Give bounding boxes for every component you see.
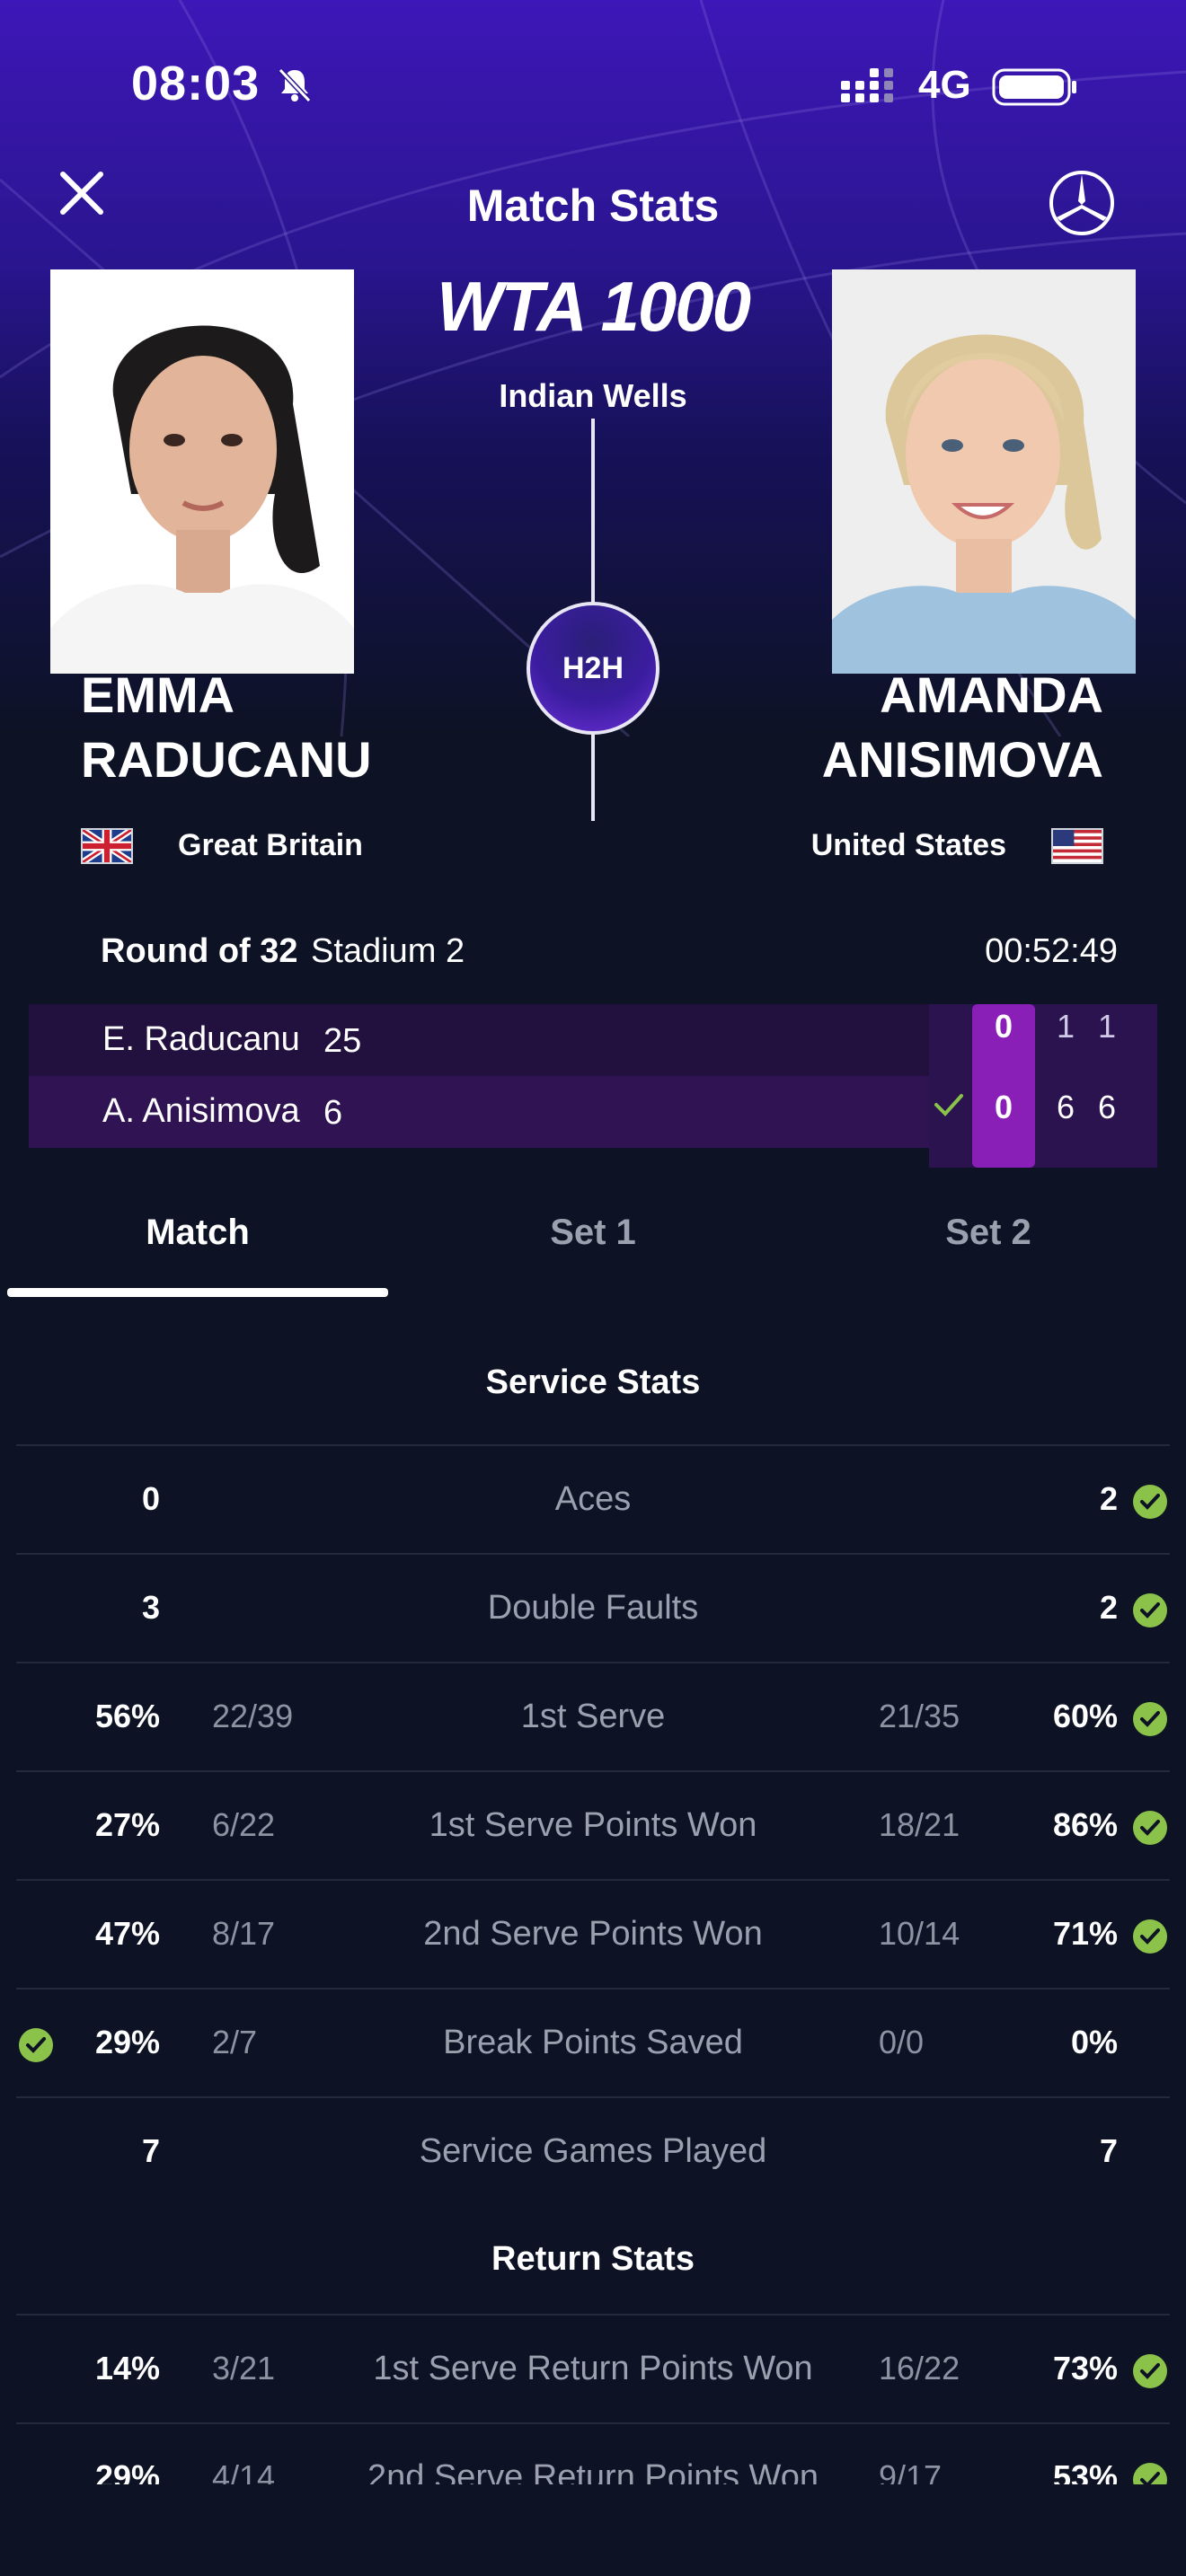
stat-label: 2nd Serve Points Won bbox=[423, 1915, 763, 1953]
page-title: Match Stats bbox=[466, 181, 720, 231]
check-icon bbox=[1133, 1811, 1167, 1845]
section-title-return: Return Stats bbox=[491, 2240, 695, 2278]
stat-label: Aces bbox=[554, 1480, 632, 1518]
winner-check-icon bbox=[934, 1094, 963, 1116]
stat-row: 3 Double Faults 2 bbox=[0, 1555, 1186, 1663]
stat-right-fraction: 16/22 bbox=[879, 2350, 960, 2386]
stat-label: 1st Serve bbox=[520, 1698, 666, 1735]
player-country-right: United States bbox=[810, 828, 1006, 862]
tab-set-2[interactable]: Set 2 bbox=[791, 1213, 1186, 1253]
stat-row: 0 Aces 2 bbox=[0, 1446, 1186, 1554]
stat-row: 56% 22/39 1st Serve 21/35 60% bbox=[0, 1663, 1186, 1771]
check-icon bbox=[1133, 1919, 1167, 1954]
stat-label: 1st Serve Points Won bbox=[429, 1806, 757, 1844]
set-score: 1 bbox=[1098, 1008, 1117, 1045]
player-first-name: EMMA bbox=[81, 666, 235, 723]
mercedes-star-icon[interactable] bbox=[1048, 169, 1116, 237]
stat-row: 14% 3/21 1st Serve Return Points Won 16/22 7… bbox=[0, 2316, 1186, 2423]
score-player-name: A. Anisimova bbox=[102, 1092, 300, 1130]
h2h-button[interactable]: H2H bbox=[527, 602, 659, 735]
divider-line bbox=[591, 728, 595, 821]
set-scores-panel bbox=[929, 1004, 1157, 1168]
stat-row: 27% 6/22 1st Serve Points Won 18/21 86% bbox=[0, 1772, 1186, 1880]
check-icon bbox=[1133, 1485, 1167, 1519]
stat-right-value: 7 bbox=[1099, 2132, 1118, 2169]
active-tab-indicator bbox=[7, 1288, 388, 1297]
stat-right-value: 86% bbox=[1052, 1806, 1118, 1843]
current-set-score: 0 bbox=[994, 1089, 1013, 1125]
bottom-safe-area bbox=[0, 2484, 1186, 2576]
tournament-venue: Indian Wells bbox=[499, 377, 687, 414]
stat-label: 1st Serve Return Points Won bbox=[373, 2350, 813, 2387]
stat-label: Double Faults bbox=[487, 1589, 699, 1627]
player-first-name: AMANDA bbox=[880, 666, 1103, 723]
stat-right-fraction: 21/35 bbox=[879, 1698, 960, 1734]
tab-match[interactable]: Match bbox=[0, 1213, 395, 1253]
divider-line bbox=[591, 419, 595, 607]
uk-flag-icon bbox=[81, 828, 133, 864]
stat-right-value: 60% bbox=[1052, 1698, 1118, 1734]
stat-label: Service Games Played bbox=[419, 2132, 767, 2170]
stat-right-fraction: 18/21 bbox=[879, 1806, 960, 1843]
score-player-name: E. Raducanu bbox=[102, 1020, 300, 1058]
signal-icon bbox=[841, 68, 893, 102]
player-country-left: Great Britain bbox=[178, 828, 363, 862]
match-duration: 00:52:49 bbox=[985, 932, 1118, 970]
set-score: 6 bbox=[1098, 1089, 1117, 1125]
current-set-score: 0 bbox=[994, 1008, 1013, 1045]
stat-right-fraction: 10/14 bbox=[879, 1915, 960, 1952]
match-round: Round of 32 bbox=[101, 932, 298, 970]
stat-row: 47% 8/17 2nd Serve Points Won 10/14 71% bbox=[0, 1881, 1186, 1989]
stat-right-value: 73% bbox=[1052, 2350, 1118, 2386]
set-score: 6 bbox=[1057, 1089, 1075, 1125]
tournament-logo: WTA 1000 bbox=[436, 267, 751, 346]
score-points: 25 bbox=[323, 1022, 362, 1060]
section-title-service: Service Stats bbox=[485, 1363, 701, 1401]
stat-row: 29% 2/7 Break Points Saved 0/0 0% bbox=[0, 1989, 1186, 2097]
player-name-left[interactable]: EMMA RADUCANU bbox=[81, 663, 372, 792]
stat-row: 7 Service Games Played 7 bbox=[0, 2098, 1186, 2206]
us-flag-icon bbox=[1051, 828, 1103, 864]
bell-slash-icon bbox=[278, 67, 312, 103]
stat-right-value: 2 bbox=[1099, 1589, 1118, 1626]
check-icon bbox=[1133, 1702, 1167, 1736]
h2h-label: H2H bbox=[562, 650, 624, 685]
player-last-name: ANISIMOVA bbox=[821, 731, 1103, 788]
player-last-name: RADUCANU bbox=[81, 731, 372, 788]
status-time: 08:03 bbox=[131, 57, 261, 110]
stat-right-value: 2 bbox=[1099, 1480, 1118, 1517]
tab-set-1[interactable]: Set 1 bbox=[395, 1213, 791, 1253]
check-icon bbox=[1133, 2354, 1167, 2388]
network-label: 4G bbox=[918, 63, 971, 107]
set-score: 1 bbox=[1057, 1008, 1075, 1045]
match-court: Stadium 2 bbox=[311, 932, 465, 970]
check-icon bbox=[1133, 1593, 1167, 1628]
stat-label: Break Points Saved bbox=[443, 2024, 743, 2061]
stat-right-value: 0% bbox=[1070, 2024, 1118, 2060]
stat-right-value: 71% bbox=[1052, 1915, 1118, 1952]
player-name-right[interactable]: AMANDA ANISIMOVA bbox=[822, 663, 1103, 792]
stat-right-fraction: 0/0 bbox=[879, 2024, 925, 2060]
score-points: 6 bbox=[323, 1094, 343, 1132]
battery-icon bbox=[992, 68, 1076, 106]
